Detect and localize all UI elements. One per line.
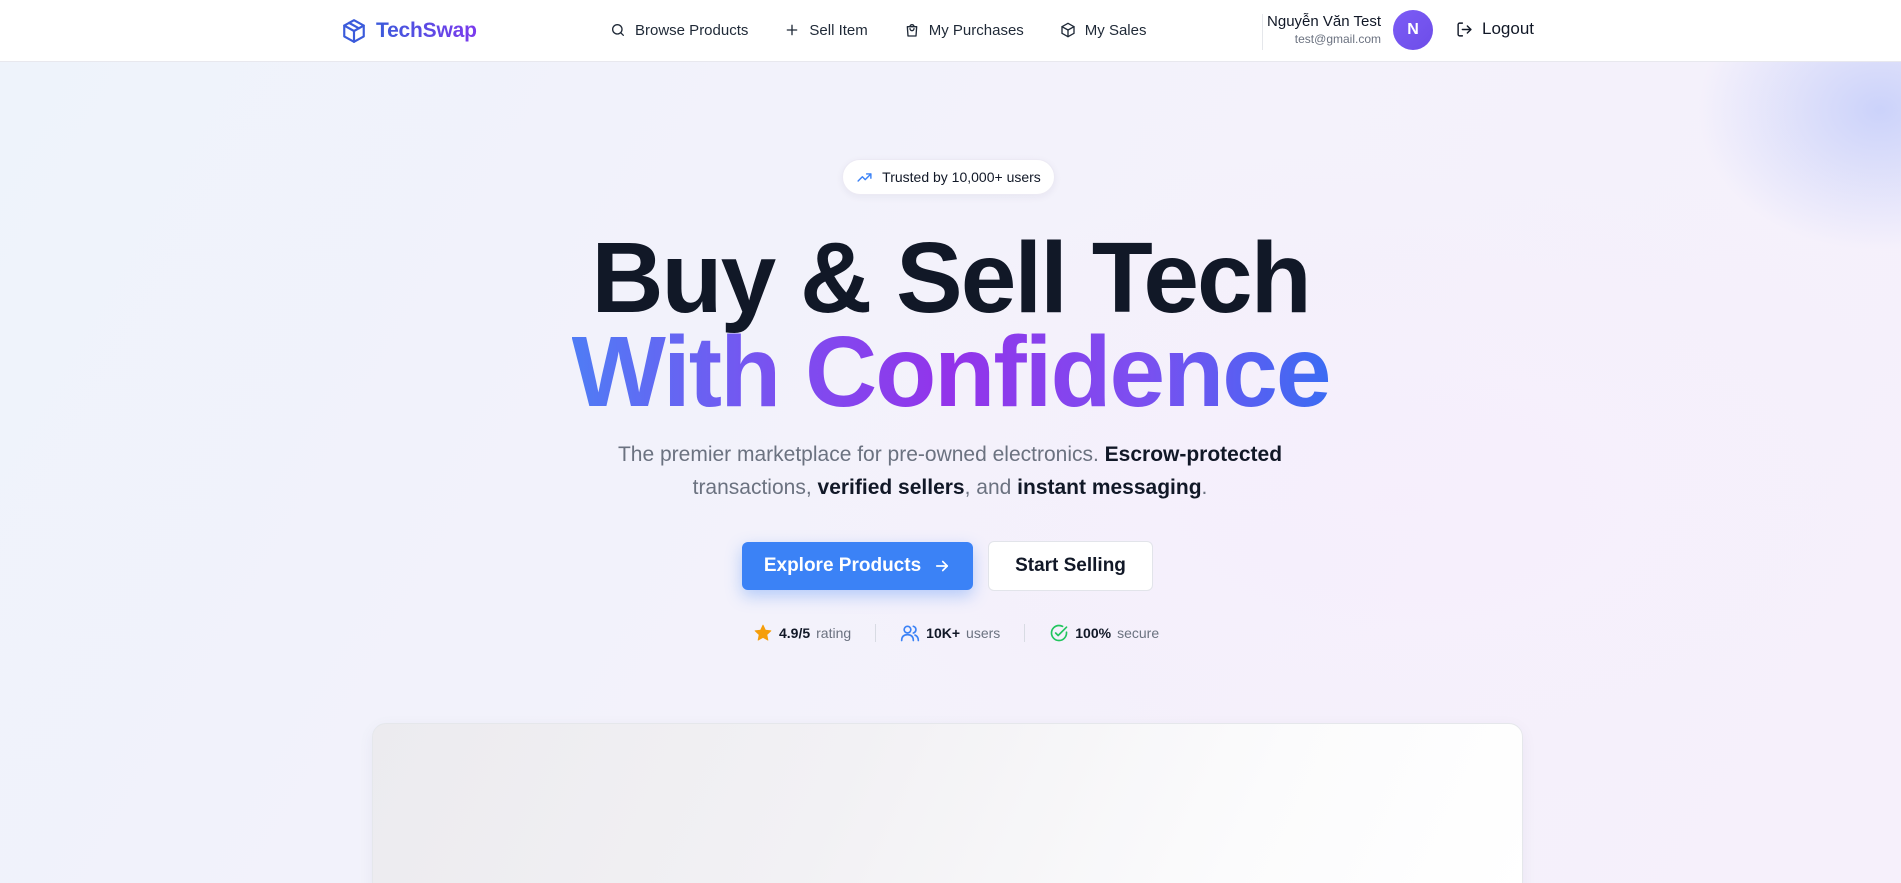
brand-logo[interactable]: TechSwap	[341, 16, 477, 46]
brand-name: TechSwap	[376, 19, 477, 42]
package-icon	[1061, 22, 1075, 38]
stat-users-value: 10K+	[926, 625, 961, 641]
nav-divider	[1262, 14, 1263, 50]
main-nav: Browse Products Sell Item My Purchases M…	[610, 18, 1182, 42]
trust-badge-text: Trusted by 10,000+ users	[882, 169, 1041, 185]
nav-my-sales-label: My Sales	[1084, 21, 1147, 39]
stat-secure-value: 100%	[1075, 625, 1112, 641]
nav-my-purchases-label: My Purchases	[928, 21, 1024, 39]
logout-label: Logout	[1482, 19, 1534, 38]
explore-products-label: Explore Products	[763, 555, 922, 576]
stat-secure: 100% secure	[1049, 623, 1159, 643]
stats-row: 4.9/5 rating 10K+ users 100% secure	[753, 621, 1159, 645]
nav-browse-products[interactable]: Browse Products	[610, 22, 748, 39]
arrow-right-icon	[936, 560, 949, 572]
trending-up-icon	[857, 172, 872, 182]
shopping-bag-icon	[906, 24, 918, 37]
plus-icon	[787, 24, 798, 36]
stat-divider	[1024, 624, 1026, 642]
start-selling-label: Start Selling	[1015, 555, 1126, 576]
subtitle-emphasis-verified: verified sellers	[817, 476, 965, 499]
hero-title-gradient: With Confidence	[571, 316, 1332, 428]
start-selling-button[interactable]: Start Selling	[988, 541, 1153, 591]
hero-preview-card	[372, 723, 1523, 883]
star-icon	[754, 624, 772, 641]
logout-button[interactable]: Logout	[1456, 19, 1534, 39]
stat-users: 10K+ users	[900, 623, 1000, 643]
subtitle-text: The premier marketplace for pre-owned el…	[617, 443, 1105, 466]
trust-badge: Trusted by 10,000+ users	[842, 159, 1055, 195]
stat-rating-label: rating	[816, 625, 852, 641]
search-icon	[612, 24, 624, 36]
logout-icon	[1457, 21, 1472, 37]
users-icon	[901, 625, 920, 642]
stat-secure-label: secure	[1117, 625, 1160, 641]
hero-subtitle: The premier marketplace for pre-owned el…	[600, 438, 1300, 504]
hero-title-line2: With Confidence	[0, 316, 1901, 428]
stat-divider	[875, 624, 877, 642]
user-info: Nguyễn Văn Test test@gmail.com	[1267, 12, 1381, 47]
check-circle-icon	[1050, 624, 1068, 642]
nav-sell-item[interactable]: Sell Item	[784, 21, 868, 39]
subtitle-emphasis-escrow: Escrow-protected	[1104, 443, 1283, 466]
subtitle-text: .	[1201, 476, 1208, 499]
subtitle-text: transactions,	[692, 476, 818, 499]
explore-products-button[interactable]: Explore Products	[742, 542, 973, 590]
stat-rating-value: 4.9/5	[779, 625, 811, 641]
avatar[interactable]: N	[1393, 10, 1433, 50]
cube-icon	[343, 19, 365, 43]
nav-my-purchases[interactable]: My Purchases	[904, 22, 1024, 39]
user-name: Nguyễn Văn Test	[1267, 13, 1381, 30]
top-navbar: TechSwap Browse Products Sell Item My Pu…	[0, 0, 1901, 62]
stat-users-label: users	[966, 625, 1001, 641]
subtitle-text: , and	[964, 476, 1018, 499]
nav-browse-products-label: Browse Products	[635, 21, 749, 39]
user-email: test@gmail.com	[1294, 32, 1381, 46]
subtitle-emphasis-messaging: instant messaging	[1017, 476, 1202, 499]
nav-sell-item-label: Sell Item	[809, 21, 868, 39]
stat-rating: 4.9/5 rating	[753, 623, 851, 643]
nav-my-sales[interactable]: My Sales	[1060, 21, 1147, 39]
